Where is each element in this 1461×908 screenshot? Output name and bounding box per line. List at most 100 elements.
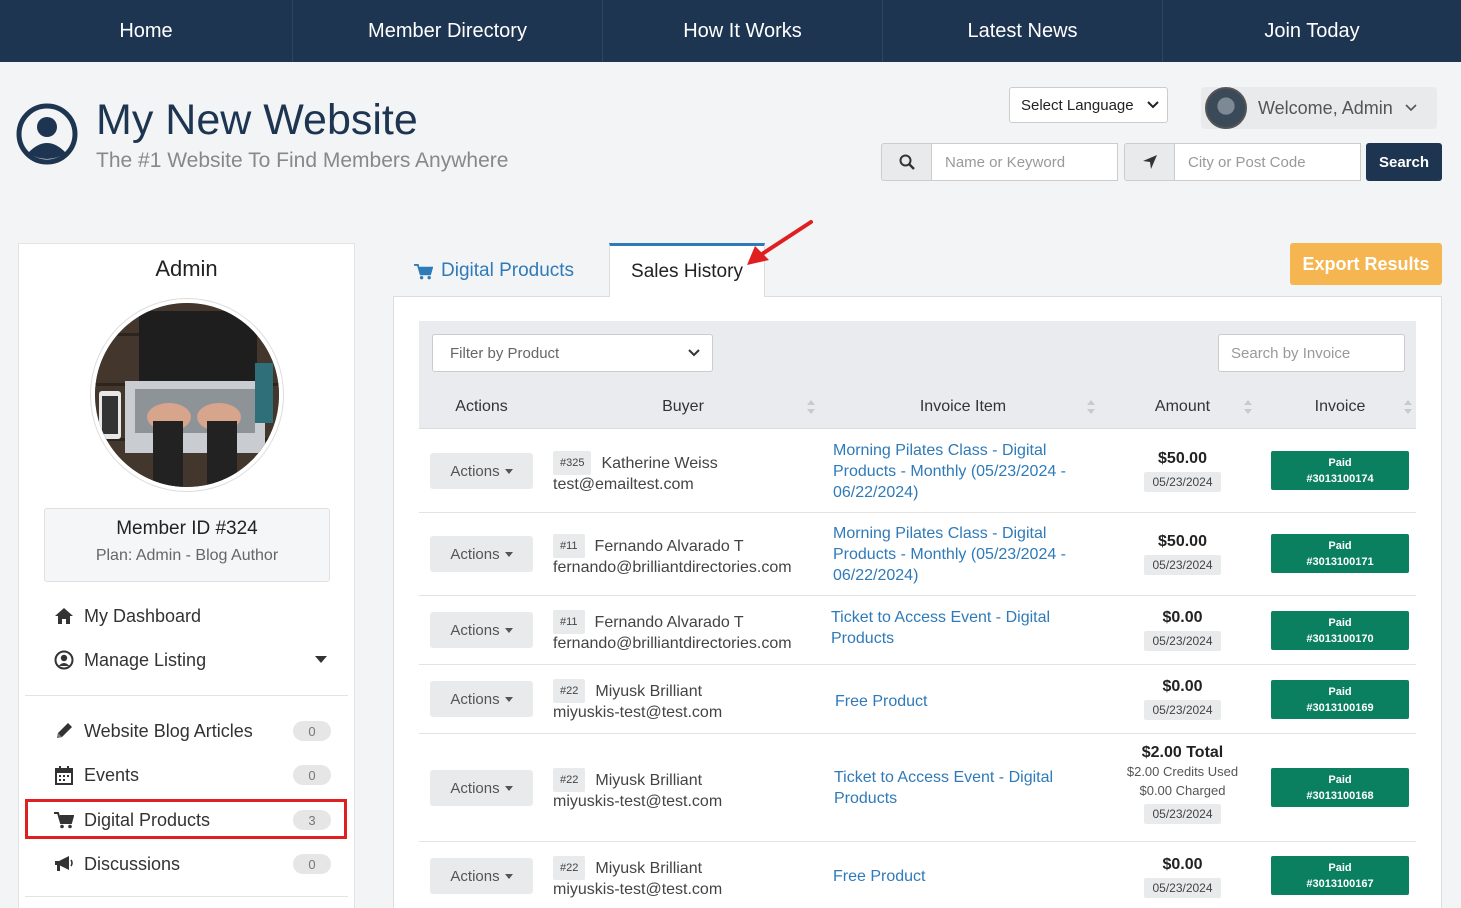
actions-dropdown-button[interactable]: Actions — [430, 858, 533, 894]
credits-used: $2.00 Credits Used — [1126, 764, 1239, 779]
table-row: Actions #22 Miyusk Brilliant miyuskis-tes… — [419, 734, 1416, 842]
buyer-name: Miyusk Brilliant — [595, 860, 703, 877]
sort-icon[interactable] — [1403, 399, 1413, 415]
table-row: Actions #11 Fernando Alvarado T fernando@… — [419, 596, 1416, 665]
nav-join-today[interactable]: Join Today — [1163, 0, 1461, 62]
amount-cell: $50.00 05/23/2024 — [1124, 533, 1241, 575]
invoice-item-link[interactable]: Free Product — [833, 866, 1101, 887]
location-input[interactable]: City or Post Code — [1174, 143, 1361, 181]
count-badge: 0 — [293, 765, 331, 785]
count-badge: 0 — [293, 721, 331, 741]
actions-dropdown-button[interactable]: Actions — [430, 536, 533, 572]
buyer-cell: #325 Katherine Weiss test@emailtest.com — [553, 451, 718, 495]
site-title[interactable]: My New Website — [96, 96, 418, 145]
buyer-cell: #22 Miyusk Brilliant miyuskis-test@test.c… — [553, 679, 722, 723]
invoice-item-link[interactable]: Ticket to Access Event - Digital Product… — [834, 767, 1102, 809]
user-menu[interactable]: Welcome, Admin — [1201, 87, 1437, 129]
keyword-input[interactable]: Name or Keyword — [931, 143, 1118, 181]
tab-digital-products[interactable]: Digital Products — [414, 256, 574, 286]
nav-home[interactable]: Home — [0, 0, 293, 62]
actions-dropdown-button[interactable]: Actions — [430, 770, 533, 806]
invoice-status-button[interactable]: Paid #3013100168 — [1271, 768, 1409, 807]
buyer-cell: #11 Fernando Alvarado T fernando@brillian… — [553, 610, 792, 654]
sort-icon[interactable] — [806, 399, 816, 415]
sidebar-item-manage-listing[interactable]: Manage Listing — [53, 645, 331, 675]
caret-down-icon — [504, 468, 513, 474]
tab-sales-history[interactable]: Sales History — [609, 243, 765, 297]
caret-down-icon — [504, 873, 513, 879]
sort-icon[interactable] — [1086, 399, 1096, 415]
amount-cell: $0.00 05/23/2024 — [1124, 856, 1241, 898]
export-results-button[interactable]: Export Results — [1290, 243, 1442, 285]
caret-down-icon — [504, 696, 513, 702]
chevron-down-icon — [1147, 101, 1159, 109]
buyer-name: Katherine Weiss — [601, 455, 718, 472]
amount-value: $2.00 Total — [1141, 744, 1224, 761]
column-header-actions: Actions — [455, 398, 508, 415]
member-sidebar: Admin Member ID #324 Plan: Admin - Blog … — [18, 243, 355, 908]
laptop-photo-image — [95, 303, 279, 487]
sidebar-item-label: Events — [84, 764, 140, 785]
user-circle-icon — [54, 650, 74, 670]
highlight-box — [25, 799, 347, 839]
buyer-cell: #22 Miyusk Brilliant miyuskis-test@test.c… — [553, 768, 722, 812]
amount-charged: $0.00 Charged — [1139, 783, 1226, 798]
invoice-status-button[interactable]: Paid #3013100167 — [1271, 856, 1409, 895]
sidebar-item-events[interactable]: Events 0 — [53, 760, 331, 790]
invoice-item-link[interactable]: Morning Pilates Class - Digital Products… — [833, 440, 1101, 503]
column-header-buyer[interactable]: Buyer — [553, 385, 813, 429]
member-number: #22 — [553, 768, 586, 792]
product-filter-select[interactable]: Filter by Product — [432, 334, 713, 372]
invoice-status-button[interactable]: Paid #3013100170 — [1271, 611, 1409, 650]
profile-photo[interactable] — [91, 299, 283, 491]
member-number: #325 — [553, 451, 592, 475]
invoice-status-button[interactable]: Paid #3013100171 — [1271, 534, 1409, 573]
buyer-name: Miyusk Brilliant — [595, 772, 703, 789]
date-badge: 05/23/2024 — [1144, 878, 1221, 898]
actions-dropdown-button[interactable]: Actions — [430, 681, 533, 717]
search-button[interactable]: Search — [1366, 143, 1442, 181]
actions-dropdown-button[interactable]: Actions — [430, 612, 533, 648]
buyer-name: Miyusk Brilliant — [595, 683, 703, 700]
date-badge: 05/23/2024 — [1144, 555, 1221, 575]
invoice-item-link[interactable]: Ticket to Access Event - Digital Product… — [831, 607, 1099, 649]
member-id: Member ID #324 — [116, 518, 258, 539]
sidebar-item-discussions[interactable]: Discussions 0 — [53, 849, 331, 879]
member-number: #11 — [553, 534, 585, 558]
location-addon[interactable] — [1124, 143, 1175, 181]
language-select[interactable]: Select Language — [1009, 87, 1168, 123]
sidebar-item-label: Website Blog Articles — [84, 720, 253, 741]
date-badge: 05/23/2024 — [1144, 472, 1221, 492]
column-header-invoice-item[interactable]: Invoice Item — [833, 385, 1093, 429]
buyer-email: fernando@brilliantdirectories.com — [553, 635, 792, 652]
invoice-item-link[interactable]: Free Product — [835, 691, 1103, 712]
location-arrow-icon — [1142, 155, 1157, 169]
nav-how-it-works[interactable]: How It Works — [603, 0, 883, 62]
nav-member-directory[interactable]: Member Directory — [293, 0, 603, 62]
invoice-status-button[interactable]: Paid #3013100169 — [1271, 680, 1409, 719]
nav-latest-news[interactable]: Latest News — [883, 0, 1163, 62]
home-icon — [55, 608, 73, 624]
buyer-email: miyuskis-test@test.com — [553, 881, 723, 898]
actions-dropdown-button[interactable]: Actions — [430, 453, 533, 489]
sort-icon[interactable] — [1243, 399, 1253, 415]
language-select-label: Select Language — [1021, 96, 1134, 114]
pencil-icon — [57, 723, 72, 738]
search-icon — [899, 154, 915, 170]
member-info-box: Member ID #324 Plan: Admin - Blog Author — [44, 508, 330, 582]
column-header-amount[interactable]: Amount — [1124, 385, 1241, 429]
buyer-cell: #11 Fernando Alvarado T fernando@brillian… — [553, 534, 792, 578]
sidebar-item-label: My Dashboard — [84, 605, 202, 626]
table-header: Actions Buyer Invoice Item Amount Invoic… — [419, 385, 1416, 429]
megaphone-icon — [55, 856, 73, 871]
caret-down-icon — [504, 627, 513, 633]
invoice-status-button[interactable]: Paid #3013100174 — [1271, 451, 1409, 490]
buyer-cell: #22 Miyusk Brilliant miyuskis-test@test.c… — [553, 856, 722, 900]
invoice-search-input[interactable]: Search by Invoice — [1218, 334, 1405, 372]
invoice-item-link[interactable]: Morning Pilates Class - Digital Products… — [833, 523, 1101, 586]
amount-value: $0.00 — [1162, 678, 1203, 695]
sidebar-item-website-blog-articles[interactable]: Website Blog Articles 0 — [53, 716, 331, 746]
sidebar-item-my-dashboard[interactable]: My Dashboard — [53, 601, 331, 631]
sidebar-divider — [25, 695, 348, 696]
column-header-invoice[interactable]: Invoice — [1271, 385, 1409, 429]
